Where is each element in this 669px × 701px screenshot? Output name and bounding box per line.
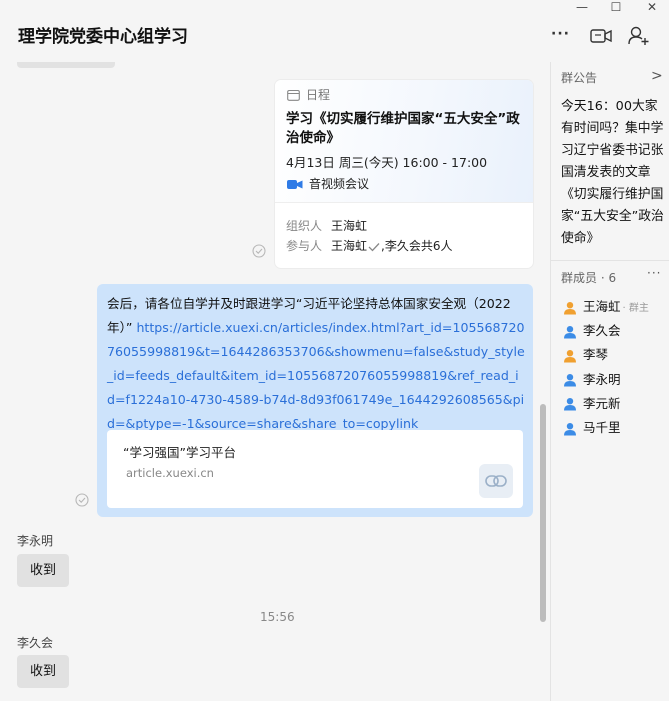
read-status-icon — [252, 244, 266, 258]
chat-scrollbar[interactable] — [540, 404, 546, 622]
divider — [551, 260, 669, 261]
message-bubble[interactable]: 会后，请各位自学并及时跟进学习“习近平论坚持总体国家安全观（2022年）” ht… — [97, 284, 533, 517]
maximize-button[interactable]: ☐ — [604, 0, 628, 14]
member-name: 李琴 — [583, 347, 609, 363]
meeting-type[interactable]: 音视频会议 — [287, 175, 369, 192]
member-item[interactable]: 李元新 — [563, 393, 621, 411]
notice-text: 今天16：00大家有时间吗？集中学习辽宁省委书记张国清发表的文章《切实履行维护国… — [561, 99, 664, 246]
user-avatar-icon — [564, 374, 576, 387]
chat-area[interactable]: 日程 学习《切实履行维护国家“五大安全”政治使命》 4月13日 周三(今天) 1… — [0, 62, 550, 701]
read-status-icon — [75, 493, 89, 507]
sender-name[interactable]: 李永明 — [17, 532, 53, 549]
chevron-right-icon[interactable]: > — [651, 68, 663, 84]
organizer-name: 王海虹 — [331, 219, 368, 233]
member-name: 李永明 — [583, 371, 621, 387]
card-label: 日程 — [306, 88, 331, 102]
member-name: 王海虹 — [583, 299, 621, 314]
reply-bubble[interactable]: 收到 — [17, 554, 69, 587]
meeting-label: 音视频会议 — [309, 177, 370, 191]
user-avatar-icon — [564, 349, 576, 363]
side-panel: 群公告 > 今天16：00大家有时间吗？集中学习辽宁省委书记张国清发表的文章《切… — [550, 62, 669, 701]
member-item[interactable]: 李琴 — [563, 344, 609, 363]
link-title: “学习强国”学习平台 — [123, 445, 236, 460]
participants-name: 王海虹 — [331, 239, 368, 253]
member-name: 李元新 — [583, 395, 621, 411]
accepted-check-icon — [368, 242, 380, 251]
message-link[interactable]: https://article.xuexi.cn/articles/index.… — [107, 320, 525, 431]
link-preview-card[interactable]: “学习强国”学习平台 article.xuexi.cn — [107, 430, 523, 508]
video-meeting-icon — [287, 180, 303, 189]
schedule-time: 4月13日 周三(今天) 16:00 - 17:00 — [286, 155, 488, 170]
member-item[interactable]: 马千里 — [563, 417, 621, 435]
reply-bubble[interactable]: 收到 — [17, 655, 69, 688]
user-avatar-icon — [564, 301, 576, 314]
organizer-label: 组织人 — [286, 219, 323, 233]
close-button[interactable]: ✕ — [640, 0, 664, 14]
participants-label: 参与人 — [286, 239, 323, 253]
previous-message-stub — [17, 62, 115, 68]
user-avatar-icon — [564, 422, 576, 435]
sender-name[interactable]: 李久会 — [17, 634, 53, 651]
minimize-button[interactable]: — — [570, 0, 594, 14]
participants-rest: ,李久会共6人 — [381, 239, 453, 253]
chat-title: 理学院党委中心组学习 — [18, 27, 188, 47]
member-item[interactable]: 王海虹 · 群主 — [563, 296, 649, 314]
member-item[interactable]: 李久会 — [563, 320, 621, 339]
link-icon — [479, 464, 513, 498]
organizer-row: 组织人 王海虹 — [286, 217, 367, 234]
video-icon[interactable] — [590, 28, 612, 44]
calendar-icon — [287, 89, 300, 101]
more-icon[interactable]: ··· — [551, 26, 570, 42]
user-avatar-icon — [564, 325, 576, 339]
user-avatar-icon — [564, 398, 576, 411]
chat-header: 理学院党委中心组学习 — ☐ ✕ ··· — [0, 0, 669, 63]
timestamp: 15:56 — [260, 610, 295, 624]
member-item[interactable]: 李永明 — [563, 369, 621, 387]
more-icon[interactable]: ··· — [647, 266, 661, 280]
add-member-icon[interactable] — [628, 26, 650, 46]
notice-header[interactable]: 群公告 — [561, 69, 597, 86]
schedule-title: 学习《切实履行维护国家“五大安全”政治使命》 — [286, 111, 520, 146]
link-domain: article.xuexi.cn — [126, 466, 214, 480]
schedule-card[interactable]: 日程 学习《切实履行维护国家“五大安全”政治使命》 4月13日 周三(今天) 1… — [275, 80, 533, 268]
participants-row: 参与人 王海虹 ,李久会共6人 — [286, 237, 452, 254]
message-text: 会后，请各位自学并及时跟进学习“习近平论坚持总体国家安全观（2022年）” ht… — [107, 292, 525, 436]
owner-tag: · 群主 — [622, 303, 649, 314]
member-name: 李久会 — [583, 323, 621, 339]
members-header[interactable]: 群成员 · 6 — [561, 269, 616, 286]
member-name: 马千里 — [583, 420, 621, 435]
